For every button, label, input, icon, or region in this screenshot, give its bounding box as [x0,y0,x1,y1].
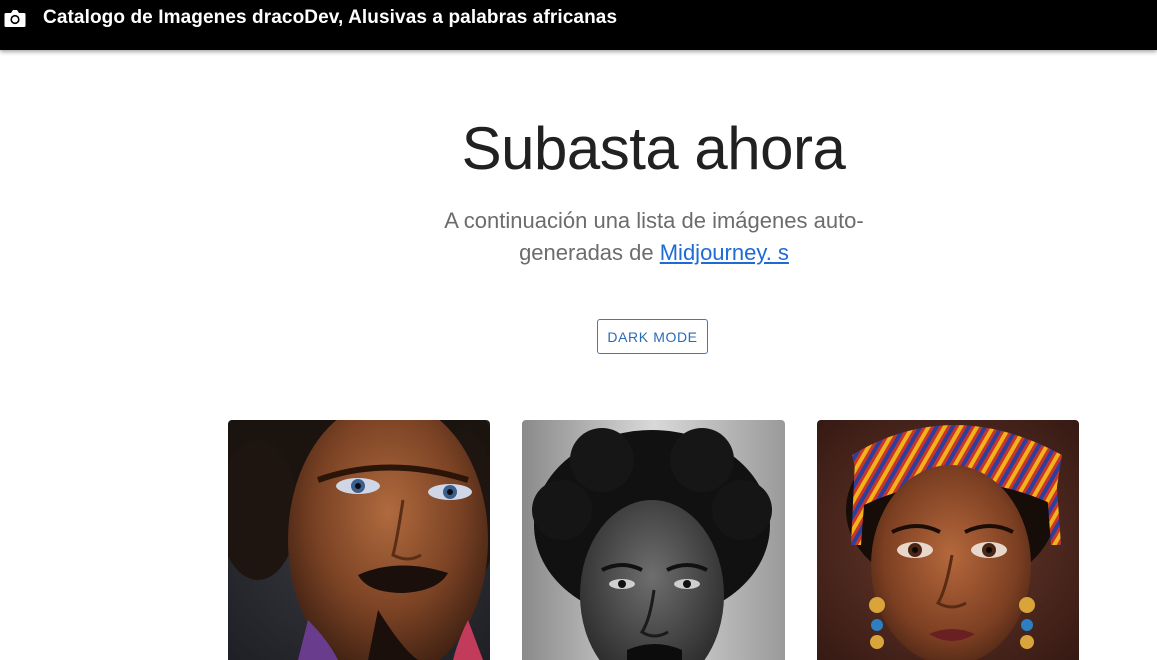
camera-icon [4,7,26,29]
page-heading: Subasta ahora [461,115,846,182]
hero-lead: A continuación una lista de imágenes aut… [409,205,899,269]
portrait-image-1 [228,420,490,660]
app-bar: Catalogo de Imagenes dracoDev, Alusivas … [0,0,1157,50]
portrait-image-3 [817,420,1079,660]
app-title: Catalogo de Imagenes dracoDev, Alusivas … [43,7,618,28]
midjourney-link[interactable]: Midjourney. s [660,240,789,265]
dark-mode-button[interactable]: DARK MODE [597,319,708,354]
portrait-image-2 [522,420,785,660]
album-card-1[interactable] [228,420,490,660]
album-card-3[interactable] [817,420,1079,660]
album-card-2[interactable] [522,420,785,660]
lead-text: A continuación una lista de imágenes aut… [444,208,864,265]
